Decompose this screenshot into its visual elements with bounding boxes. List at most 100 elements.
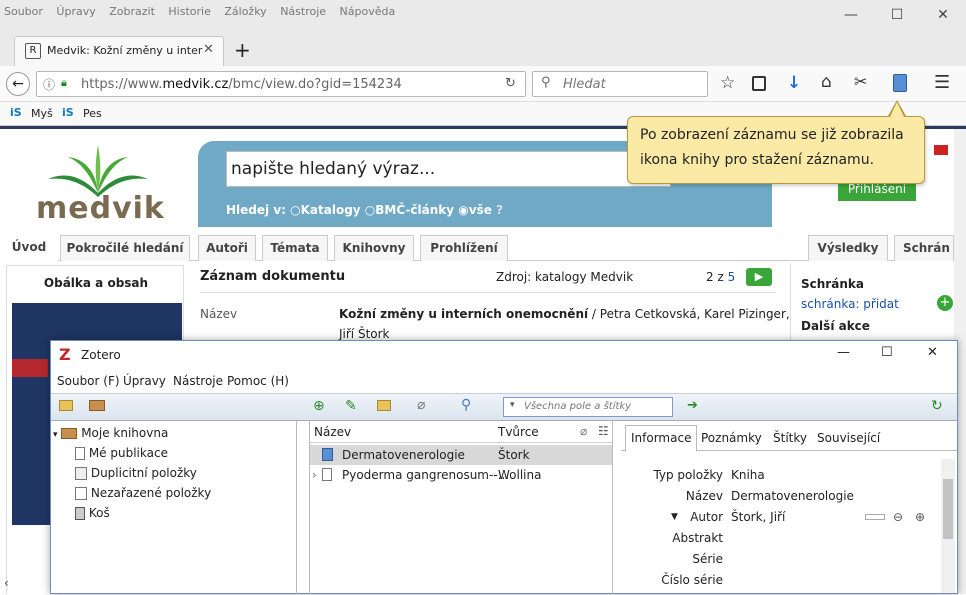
field-value[interactable]: Kniha [731, 465, 765, 485]
expand-icon[interactable]: ▾ [53, 430, 58, 440]
new-collection-icon[interactable] [59, 400, 73, 411]
reload-icon[interactable]: ↻ [505, 76, 516, 91]
tab-knihovny[interactable]: Knihovny [334, 235, 414, 261]
bookmark-pes[interactable]: Pes [83, 107, 102, 120]
zotero-book-icon[interactable] [893, 74, 907, 92]
add-creator-icon[interactable]: ⊕ [915, 507, 925, 527]
creator-type-dropdown-icon[interactable]: ▼ [671, 507, 678, 527]
extension-icon[interactable]: ✂ [854, 72, 867, 91]
zotero-menu-tools[interactable]: Nástroje [173, 374, 223, 388]
zotero-menu-help[interactable]: Pomoc (H) [227, 374, 289, 388]
menu-help[interactable]: Nápověda [340, 5, 396, 18]
menu-tools[interactable]: Nástroje [280, 5, 326, 18]
add-icon[interactable]: + [937, 295, 953, 311]
bookmark-myš[interactable]: Myš [31, 107, 53, 120]
search-placeholder: Hledat [563, 77, 606, 92]
trash-icon [75, 507, 85, 520]
collection-duplicates[interactable]: Duplicitní položky [75, 463, 197, 483]
zotero-menu-file[interactable]: Soubor (F) [57, 374, 120, 388]
menu-history[interactable]: Historie [168, 5, 210, 18]
menu-file[interactable]: Soubor [4, 5, 43, 18]
scrollbar-thumb[interactable] [943, 479, 953, 539]
browser-window: Soubor Úpravy Zobrazit Historie Záložky … [0, 0, 966, 595]
site-nav-tabs: Úvod Pokročilé hledání Autoři Témata Kni… [0, 231, 954, 261]
zotero-search-input[interactable]: ▾ Všechna pole a štítky [503, 397, 673, 417]
browser-tab[interactable]: R Medvik: Kožní změny u inter ✕ [14, 36, 224, 66]
attachments-column-icon[interactable]: ⌀ [580, 424, 587, 438]
tab-uvod[interactable]: Úvod [0, 235, 58, 261]
field-name-value: Kožní změny u interních onemocnění / Pet… [339, 307, 790, 321]
menu-edit[interactable]: Úpravy [56, 5, 95, 18]
document-icon [75, 447, 85, 460]
tab-vysledky[interactable]: Výsledky [808, 235, 888, 261]
zotero-minimize-button[interactable]: — [837, 345, 850, 360]
scroll-left-icon[interactable]: ‹ [4, 576, 9, 590]
zotero-search-placeholder: Všechna pole a štítky [524, 401, 632, 412]
url-bar[interactable]: ⓘ 🔒︎ https://www.medvik.cz/bmc/view.do?g… [36, 71, 526, 97]
clipboard-add-link[interactable]: schránka: přidat [801, 297, 899, 311]
tab-pokrocile-hledani[interactable]: Pokročilé hledání [60, 235, 190, 261]
tab-temata[interactable]: Témata [262, 235, 328, 261]
next-record-icon[interactable]: ▶ [746, 268, 772, 286]
tab-related[interactable]: Související [817, 431, 880, 445]
expand-item-icon[interactable]: › [312, 465, 317, 485]
search-icon: ⚲ [541, 75, 551, 90]
menu-bookmarks[interactable]: Záložky [224, 5, 266, 18]
browser-search-box[interactable]: ⚲ Hledat [532, 71, 708, 97]
zotero-close-button[interactable]: ✕ [927, 345, 938, 360]
download-icon[interactable]: ↓ [787, 73, 801, 93]
collection-my-publications[interactable]: Mé publikace [75, 443, 168, 463]
advanced-search-icon[interactable]: ⚲ [461, 397, 471, 413]
item-pane-scrollbar[interactable] [941, 459, 955, 593]
collection-unfiled[interactable]: Nezařazené položky [75, 483, 211, 503]
back-icon[interactable]: ← [6, 72, 30, 96]
reading-list-icon[interactable] [752, 76, 766, 91]
hamburger-menu-icon[interactable]: ☰ [934, 72, 950, 93]
zotero-menu-edit[interactable]: Úpravy [123, 374, 166, 388]
menu-view[interactable]: Zobrazit [109, 5, 155, 18]
radio-katalogy[interactable]: ○ [290, 203, 300, 217]
tab-autori[interactable]: Autoři [198, 235, 256, 261]
library-actions-icon[interactable] [89, 400, 105, 411]
field-value[interactable]: Štork, Jiří [731, 507, 785, 527]
flag-uk-icon[interactable] [934, 145, 948, 155]
locate-icon[interactable]: ➔ [687, 398, 698, 413]
radio-vse[interactable]: ◉ [458, 203, 468, 217]
tab-tags[interactable]: Štítky [773, 431, 807, 445]
new-item-icon[interactable]: ⊕ [313, 398, 325, 414]
add-by-identifier-icon[interactable]: ✎ [345, 398, 357, 414]
column-creator[interactable]: Tvůrce [498, 425, 539, 439]
field-abstract: Abstrakt [621, 528, 931, 548]
help-icon[interactable]: ? [496, 203, 503, 217]
attachment-icon[interactable]: ⌀ [417, 397, 425, 413]
search-mode-icon[interactable]: ▾ [510, 400, 515, 410]
tab-info[interactable]: Informace [625, 425, 698, 452]
remove-creator-icon[interactable]: ⊖ [893, 507, 903, 527]
zotero-maximize-button[interactable]: ☐ [881, 345, 893, 360]
tab-schranka[interactable]: Schrán [894, 235, 954, 261]
library-root[interactable]: ▾ Moje knihovna [53, 423, 168, 443]
record-main-title: Kožní změny u interních onemocnění [339, 307, 589, 321]
field-series-number: Číslo série [621, 570, 931, 590]
tab-notes[interactable]: Poznámky [701, 431, 762, 445]
radio-bmc[interactable]: ○ [365, 203, 375, 217]
paging-current: 2 [706, 270, 714, 284]
home-icon[interactable]: ⌂ [821, 72, 832, 92]
column-picker-icon[interactable]: ☷ [598, 424, 609, 438]
field-value[interactable]: Dermatovenerologie [731, 486, 854, 506]
new-tab-icon[interactable]: + [234, 38, 251, 62]
catalog-search-input[interactable]: napište hledaný výraz... [226, 151, 671, 187]
sync-icon[interactable]: ↻ [931, 398, 943, 414]
tab-prohlizeni[interactable]: Prohlížení [420, 235, 508, 261]
new-note-icon[interactable] [377, 400, 391, 411]
item-row-selected[interactable]: Dermatovenerologie Štork [310, 445, 612, 465]
tab-close-icon[interactable]: ✕ [203, 42, 214, 57]
record-source: Zdroj: katalogy Medvik [496, 270, 634, 284]
bookmark-star-icon[interactable]: ☆ [720, 73, 735, 93]
column-title[interactable]: Název [314, 425, 351, 439]
info-icon[interactable]: ⓘ [43, 76, 55, 93]
item-row[interactable]: › Pyoderma gangrenosum--... Wollina [310, 465, 612, 485]
paging-total[interactable]: 5 [728, 270, 736, 284]
collection-trash[interactable]: Koš [75, 503, 110, 523]
switch-field-mode-icon[interactable] [865, 514, 885, 520]
